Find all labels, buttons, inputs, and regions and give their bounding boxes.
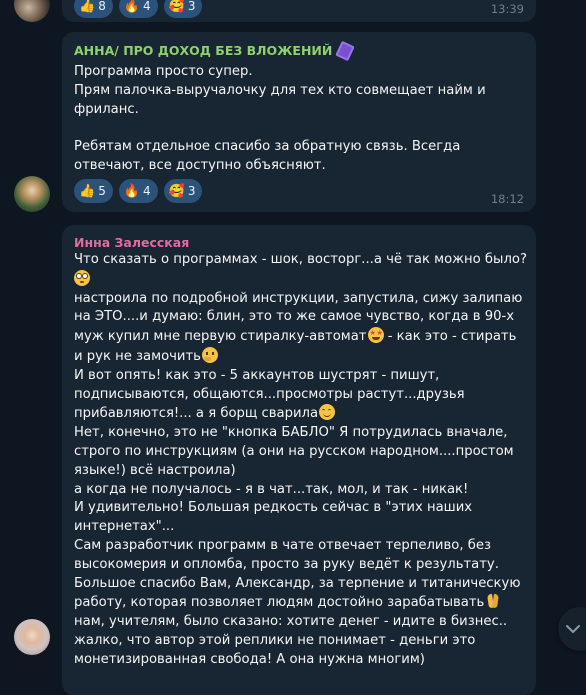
chat-area: 👍 8 🔥 4 🥰 3 13:39 АННА/ ПРО ДОХОД БЕЗ ВЛОЖЕ…: [0, 0, 586, 695]
fire-icon: 🔥: [123, 0, 141, 14]
text-line: нам, учителям, было сказано: хотите дене…: [74, 614, 508, 630]
message-time: 18:12: [490, 192, 524, 206]
reaction-thumbs-up[interactable]: 👍 8: [74, 0, 113, 18]
text-line: отвечают, все доступно объясняют.: [74, 157, 326, 173]
avatar-inna[interactable]: [14, 619, 50, 655]
text-line: Большое спасибо Вам, Александр, за терпе…: [74, 575, 521, 591]
reactions-anna: 👍 5 🔥 4 🥰 3: [74, 179, 203, 203]
text-line: интернетах"...: [74, 519, 175, 535]
message-text: Программа просто супер. Прям палочка-выр…: [74, 63, 486, 176]
heart-face-icon: 🥰: [168, 0, 185, 14]
text-line: высокомерия и опломба, просто за руку ве…: [74, 556, 499, 572]
thumbs-up-icon: 👍: [79, 183, 96, 199]
text-line: Программа просто супер.: [74, 64, 253, 79]
text-line: [74, 119, 486, 138]
text-line: монетизированная свобода! А она нужна мн…: [74, 651, 425, 667]
purple-card-icon: [335, 40, 356, 61]
text-line: строго по инструкциям (а они на русском …: [74, 443, 514, 459]
text-line: Прям палочка-выручалочку для тех кто сов…: [74, 82, 486, 98]
heart-face-icon: 🥰: [168, 183, 185, 199]
text-line: Что сказать о программах - шок, восторг.…: [74, 252, 527, 267]
star-struck-icon: ★ ★: [367, 327, 384, 344]
text-line: Ребятам отдельное спасибо за обратную св…: [74, 139, 461, 155]
text-line: фриланс.: [74, 101, 139, 117]
text-line: а когда не получалось - я в чат...так, м…: [74, 481, 469, 497]
thumbs-up-icon: 👍: [79, 0, 96, 14]
message-author[interactable]: АННА/ ПРО ДОХОД БЕЗ ВЛОЖЕНИЙ: [74, 42, 332, 59]
message-bubble-top: 👍 8 🔥 4 🥰 3 13:39: [62, 0, 536, 22]
text-line: Нет, конечно, это не "кнопка БАБЛО" Я по…: [74, 425, 508, 441]
text-line: и рук не замочить: [74, 346, 527, 367]
text-line: подписываются, общаются...просмотры раст…: [74, 386, 465, 402]
message-bubble-anna: АННА/ ПРО ДОХОД БЕЗ ВЛОЖЕНИЙ Программа п…: [62, 32, 536, 212]
text-line: настроила по подробной инструкции, запус…: [74, 290, 523, 306]
message-text: Что сказать о программах - шок, восторг.…: [74, 251, 527, 670]
text-line: И вот опять! как это - 5 аккаунтов шустр…: [74, 367, 440, 383]
text-line: работу, которая позволяет людям достойно…: [74, 593, 527, 613]
avatar-top[interactable]: [14, 0, 50, 22]
scroll-down-button[interactable]: [558, 607, 586, 651]
reaction-heart-face[interactable]: 🥰 3: [163, 179, 203, 203]
text-line: жалко, что автор этой реплики не понимае…: [74, 632, 476, 648]
text-line: И удивительно! Большая редкость сейчас в…: [74, 500, 473, 516]
reaction-thumbs-up[interactable]: 👍 5: [74, 179, 113, 203]
message-time: 13:39: [490, 2, 524, 16]
thinking-face-icon: [201, 346, 218, 363]
folded-hands-icon: [485, 593, 501, 609]
text-line: [74, 269, 527, 290]
fire-icon: 🔥: [123, 183, 141, 199]
message-bubble-inna: Инна Залесская Что сказать о программах …: [62, 225, 536, 695]
reaction-fire[interactable]: 🔥 4: [118, 0, 158, 18]
text-line: прибавляются!... а я борщ сварила: [74, 404, 527, 424]
avatar-anna[interactable]: [14, 176, 50, 212]
text-line: языке!) всё настроила): [74, 462, 236, 478]
reaction-fire[interactable]: 🔥 4: [118, 179, 158, 203]
reaction-heart-face[interactable]: 🥰 3: [163, 0, 203, 18]
text-line: муж купил мне первую стиралку-автомат ★ ★ …: [74, 327, 517, 345]
reactions-top: 👍 8 🔥 4 🥰 3: [74, 0, 203, 18]
flushed-face-icon: [74, 269, 90, 286]
text-line: Сам разработчик программ в чате отвечает…: [74, 537, 491, 553]
smiling-face-icon: [319, 404, 336, 421]
chevron-down-icon: [566, 625, 580, 633]
text-line: на ЭТО....и думаю: блин, это то же самое…: [74, 309, 515, 325]
message-author[interactable]: Инна Залесская: [74, 234, 189, 251]
